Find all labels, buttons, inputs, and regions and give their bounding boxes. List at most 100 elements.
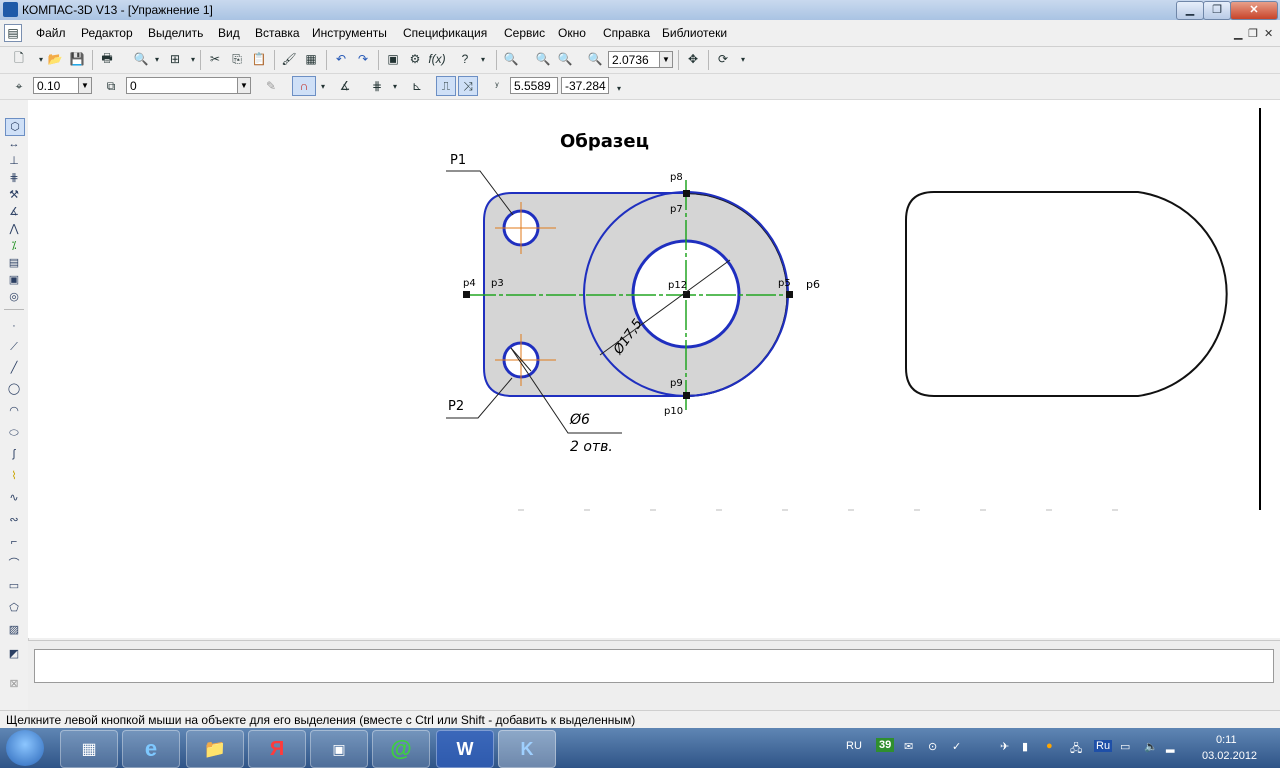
- tray-language-ru[interactable]: Ru: [1094, 740, 1113, 752]
- bezier-tool-icon[interactable]: ∾: [5, 512, 23, 528]
- rectangle-tool-icon[interactable]: ▭: [5, 578, 23, 594]
- mail-agent-taskbar-icon[interactable]: @: [372, 730, 430, 768]
- step-cursor-icon[interactable]: ⌖: [10, 77, 28, 95]
- designations-palette-icon[interactable]: ⊥: [5, 153, 23, 169]
- pan-icon[interactable]: ✥: [684, 50, 702, 68]
- zoom-scale-icon[interactable]: 🔍: [586, 50, 604, 68]
- zoom-input[interactable]: 2.0736: [608, 51, 660, 68]
- word-taskbar-icon[interactable]: W: [436, 730, 494, 768]
- redo-icon[interactable]: ↷: [354, 50, 372, 68]
- menu-specification[interactable]: Спецификация: [403, 26, 487, 40]
- reports-palette-icon[interactable]: ▣: [5, 272, 23, 288]
- help-pointer-icon[interactable]: ?: [456, 50, 474, 68]
- new-file-icon[interactable]: 🗋: [10, 50, 28, 68]
- point-p4[interactable]: [463, 291, 470, 298]
- parametric-icon[interactable]: ⤨: [458, 76, 478, 96]
- dimensions-palette-icon[interactable]: ↔: [5, 136, 23, 152]
- copy-icon[interactable]: ⎘: [228, 50, 246, 68]
- minimize-button[interactable]: ▁: [1176, 1, 1204, 20]
- polygon-tool-icon[interactable]: ⬠: [5, 600, 23, 616]
- menu-select[interactable]: Выделить: [148, 26, 203, 40]
- zoom-window-icon[interactable]: 🔍: [502, 50, 520, 68]
- zoom-in-icon[interactable]: 🔍: [534, 50, 552, 68]
- menu-insert[interactable]: Вставка: [255, 26, 300, 40]
- measure-palette-icon[interactable]: ∡: [5, 204, 23, 220]
- open-folder-icon[interactable]: 📂: [46, 50, 64, 68]
- start-button[interactable]: [6, 730, 44, 766]
- clock-time[interactable]: 0:11: [1216, 734, 1237, 746]
- point-tool-icon[interactable]: ·: [5, 318, 23, 334]
- mdi-close-button[interactable]: ✕: [1264, 27, 1273, 40]
- chamfer-tool-icon[interactable]: ⌐: [5, 534, 23, 550]
- segment-tool-icon[interactable]: ╱: [5, 360, 23, 376]
- step-dropdown-icon[interactable]: ▼: [78, 77, 92, 94]
- snap-dropdown-icon[interactable]: ▾: [314, 77, 332, 95]
- menu-service[interactable]: Сервис: [504, 26, 545, 40]
- properties-panel-field[interactable]: [34, 649, 1274, 683]
- undo-icon[interactable]: ↶: [332, 50, 350, 68]
- coord-x-input[interactable]: 5.5589: [510, 77, 558, 94]
- tray-icon-5[interactable]: ▮: [1022, 740, 1028, 753]
- document-icon[interactable]: ▤: [4, 24, 22, 42]
- app-window-taskbar-icon[interactable]: ▣: [310, 730, 368, 768]
- internet-explorer-taskbar-icon[interactable]: e: [122, 730, 180, 768]
- paste-icon[interactable]: 📋: [250, 50, 268, 68]
- signal-tray-icon[interactable]: ▂: [1166, 740, 1174, 753]
- select-palette-icon[interactable]: ⋀: [5, 221, 23, 237]
- snap-magnet-icon[interactable]: ∩: [292, 76, 316, 96]
- auxiliary-line-icon[interactable]: ⟋: [5, 339, 23, 355]
- tray-icon-4[interactable]: ✈: [1000, 740, 1009, 753]
- menu-file[interactable]: Файл: [36, 26, 66, 40]
- menu-libraries[interactable]: Библиотеки: [662, 26, 727, 40]
- stop-command-icon[interactable]: ⊠: [5, 676, 23, 692]
- local-cs-icon[interactable]: ∡: [336, 77, 354, 95]
- spec-palette-icon[interactable]: ▤: [5, 255, 23, 271]
- properties-panel-icon[interactable]: ◩: [5, 646, 23, 662]
- close-button[interactable]: ✕: [1230, 1, 1278, 20]
- network-tray-icon[interactable]: 🖧: [1070, 740, 1082, 759]
- save-icon[interactable]: 💾: [68, 50, 86, 68]
- style-icon[interactable]: ✎: [262, 77, 280, 95]
- circle-tool-icon[interactable]: ◯: [5, 381, 23, 397]
- polyline-tool-icon[interactable]: ⌇: [5, 468, 23, 484]
- layer-icon[interactable]: ⧉: [102, 77, 120, 95]
- drawing-canvas[interactable]: Ø17,5 Ø6 2 отв. Образец P1 P2 p3 p4 p5 p…: [28, 100, 1280, 638]
- help-dropdown-icon[interactable]: ▾: [474, 50, 492, 68]
- arc-tool-icon[interactable]: ◠: [5, 403, 23, 419]
- properties-icon[interactable]: ▦: [302, 50, 320, 68]
- insert-palette-icon[interactable]: ◎: [5, 289, 23, 305]
- cursor-step-input[interactable]: 0.10: [33, 77, 79, 94]
- parametrization-palette-icon[interactable]: ⚒: [5, 187, 23, 203]
- grid-dropdown-icon[interactable]: ▾: [386, 77, 404, 95]
- geometry-palette-icon[interactable]: ⬡: [5, 118, 25, 136]
- associative-views-palette-icon[interactable]: ⁒: [5, 238, 23, 254]
- point-p8[interactable]: [683, 190, 690, 197]
- spline-tool-icon[interactable]: ∿: [5, 490, 23, 506]
- round-icon[interactable]: ⎍: [436, 76, 456, 96]
- layer-dropdown-icon[interactable]: ▼: [237, 77, 251, 94]
- refresh-icon[interactable]: ⟳: [714, 50, 732, 68]
- tray-icon-2[interactable]: ⊙: [928, 740, 937, 753]
- menu-view[interactable]: Вид: [218, 26, 240, 40]
- menu-help[interactable]: Справка: [603, 26, 650, 40]
- continuous-input-icon[interactable]: ʃ: [5, 446, 23, 462]
- volume-tray-icon[interactable]: 🔈: [1144, 740, 1158, 753]
- grid-icon[interactable]: ⋕: [368, 77, 386, 95]
- cut-icon[interactable]: ✂: [206, 50, 224, 68]
- hatch-tool-icon[interactable]: ▨: [5, 622, 23, 638]
- explorer-taskbar-icon[interactable]: 📁: [186, 730, 244, 768]
- menu-editor[interactable]: Редактор: [81, 26, 133, 40]
- clock-date[interactable]: 03.02.2012: [1202, 750, 1257, 762]
- tree-icon[interactable]: ▣: [384, 50, 402, 68]
- tray-icon-1[interactable]: ✉: [904, 740, 913, 753]
- mdi-minimize-button[interactable]: ▁: [1234, 27, 1242, 40]
- editing-palette-icon[interactable]: ⋕: [5, 170, 23, 186]
- refresh-dropdown-icon[interactable]: ▾: [734, 50, 752, 68]
- tray-badge[interactable]: 39: [876, 738, 895, 752]
- fillet-tool-icon[interactable]: ⌒: [5, 556, 23, 572]
- language-indicator[interactable]: RU: [846, 740, 862, 752]
- ellipse-tool-icon[interactable]: ⬭: [5, 425, 23, 441]
- manager-icon[interactable]: ⊞: [166, 50, 184, 68]
- variables-icon[interactable]: f(x): [428, 50, 446, 68]
- tray-icon-3[interactable]: ✓: [952, 740, 961, 753]
